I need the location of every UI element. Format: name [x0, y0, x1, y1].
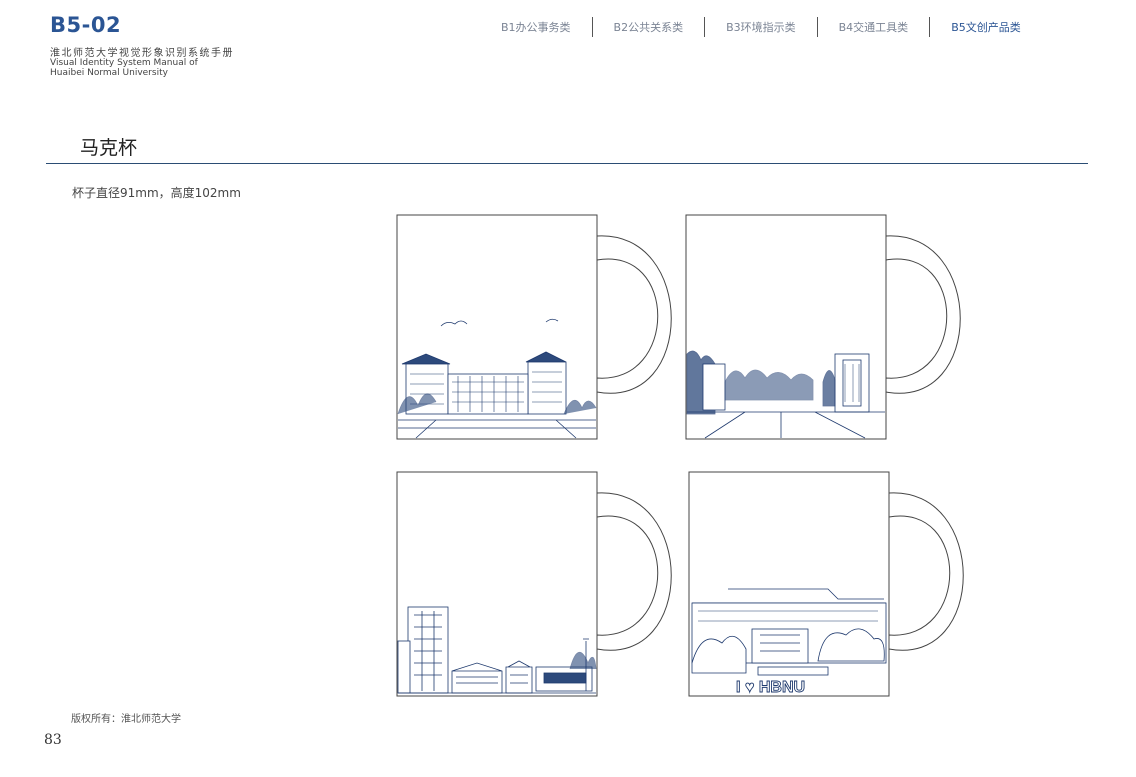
- nav-item-b4[interactable]: B4交通工具类: [818, 19, 930, 35]
- nav-item-b5[interactable]: B5文创产品类: [930, 19, 1042, 35]
- mug-campus-gate: [685, 214, 961, 440]
- manual-title-cn: 淮北师范大学视觉形象识别系统手册: [50, 48, 234, 59]
- manual-title-en: Visual Identity System Manual of Huaibei…: [50, 58, 270, 78]
- section-title: 马克杯: [80, 137, 138, 159]
- section-divider: [46, 163, 1088, 164]
- copyright-notice: 版权所有：淮北师范大学: [71, 714, 181, 725]
- nav-item-b2[interactable]: B2公共关系类: [593, 19, 705, 35]
- nav-item-b3[interactable]: B3环境指示类: [705, 19, 817, 35]
- manual-title-en-line1: Visual Identity System Manual of: [50, 58, 198, 68]
- page-number: 83: [44, 732, 62, 748]
- nav-item-b1[interactable]: B1办公事务类: [480, 19, 592, 35]
- manual-title-en-line2: Huaibei Normal University: [50, 68, 168, 78]
- mug-spec-text: 杯子直径91mm，高度102mm: [72, 186, 241, 200]
- section-code: B5-02: [50, 13, 122, 37]
- i-love-hbnu-slogan: I ♥ HBNU: [736, 679, 805, 696]
- mug-campus-building: [396, 214, 672, 440]
- mug-library-slogan: I ♥ HBNU: [688, 471, 964, 697]
- category-nav: B1办公事务类 B2公共关系类 B3环境指示类 B4交通工具类 B5文创产品类: [480, 17, 1042, 37]
- mug-tower-campus: [396, 471, 672, 697]
